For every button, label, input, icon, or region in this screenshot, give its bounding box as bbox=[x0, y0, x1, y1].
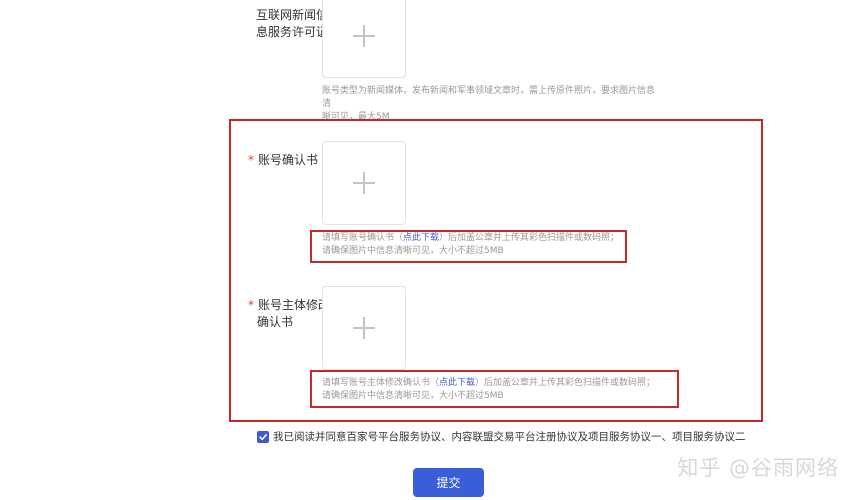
watermark: 知乎 @谷雨网络 bbox=[677, 456, 839, 480]
license-label: 互联网新闻信 息服务许可证 bbox=[256, 7, 328, 41]
license-hint-line1: 账号类型为新闻媒体，发布新闻和军事领域文章时，需上传原件照片，要求图片信息清 bbox=[322, 86, 656, 109]
submit-button[interactable]: 提交 bbox=[413, 468, 484, 497]
modify-label: * 账号主体修改 确认书 bbox=[248, 297, 330, 331]
license-label-line2: 息服务许可证 bbox=[256, 25, 329, 39]
plus-icon bbox=[353, 25, 375, 47]
modify-label-line1: 账号主体修改 bbox=[258, 298, 331, 312]
modify-upload-box[interactable] bbox=[322, 286, 406, 370]
license-upload-box[interactable] bbox=[322, 0, 406, 78]
check-icon bbox=[259, 434, 267, 441]
required-mark: * bbox=[248, 153, 254, 167]
confirm-label: * 账号确认书 bbox=[248, 152, 318, 169]
agreement-checkbox[interactable] bbox=[257, 431, 269, 443]
license-label-line1: 互联网新闻信 bbox=[256, 8, 329, 22]
plus-icon bbox=[353, 317, 375, 339]
agreement-text[interactable]: 我已阅读并同意百家号平台服务协议、内容联盟交易平台注册协议及项目服务协议一、项目… bbox=[273, 430, 746, 444]
required-mark: * bbox=[248, 298, 254, 312]
modify-label-line2: 确认书 bbox=[257, 315, 294, 329]
confirm-label-text: 账号确认书 bbox=[258, 153, 319, 167]
highlight-box-modify-hint bbox=[310, 370, 679, 408]
confirm-upload-box[interactable] bbox=[322, 141, 406, 225]
plus-icon bbox=[353, 172, 375, 194]
highlight-box-confirm-hint bbox=[310, 230, 627, 263]
